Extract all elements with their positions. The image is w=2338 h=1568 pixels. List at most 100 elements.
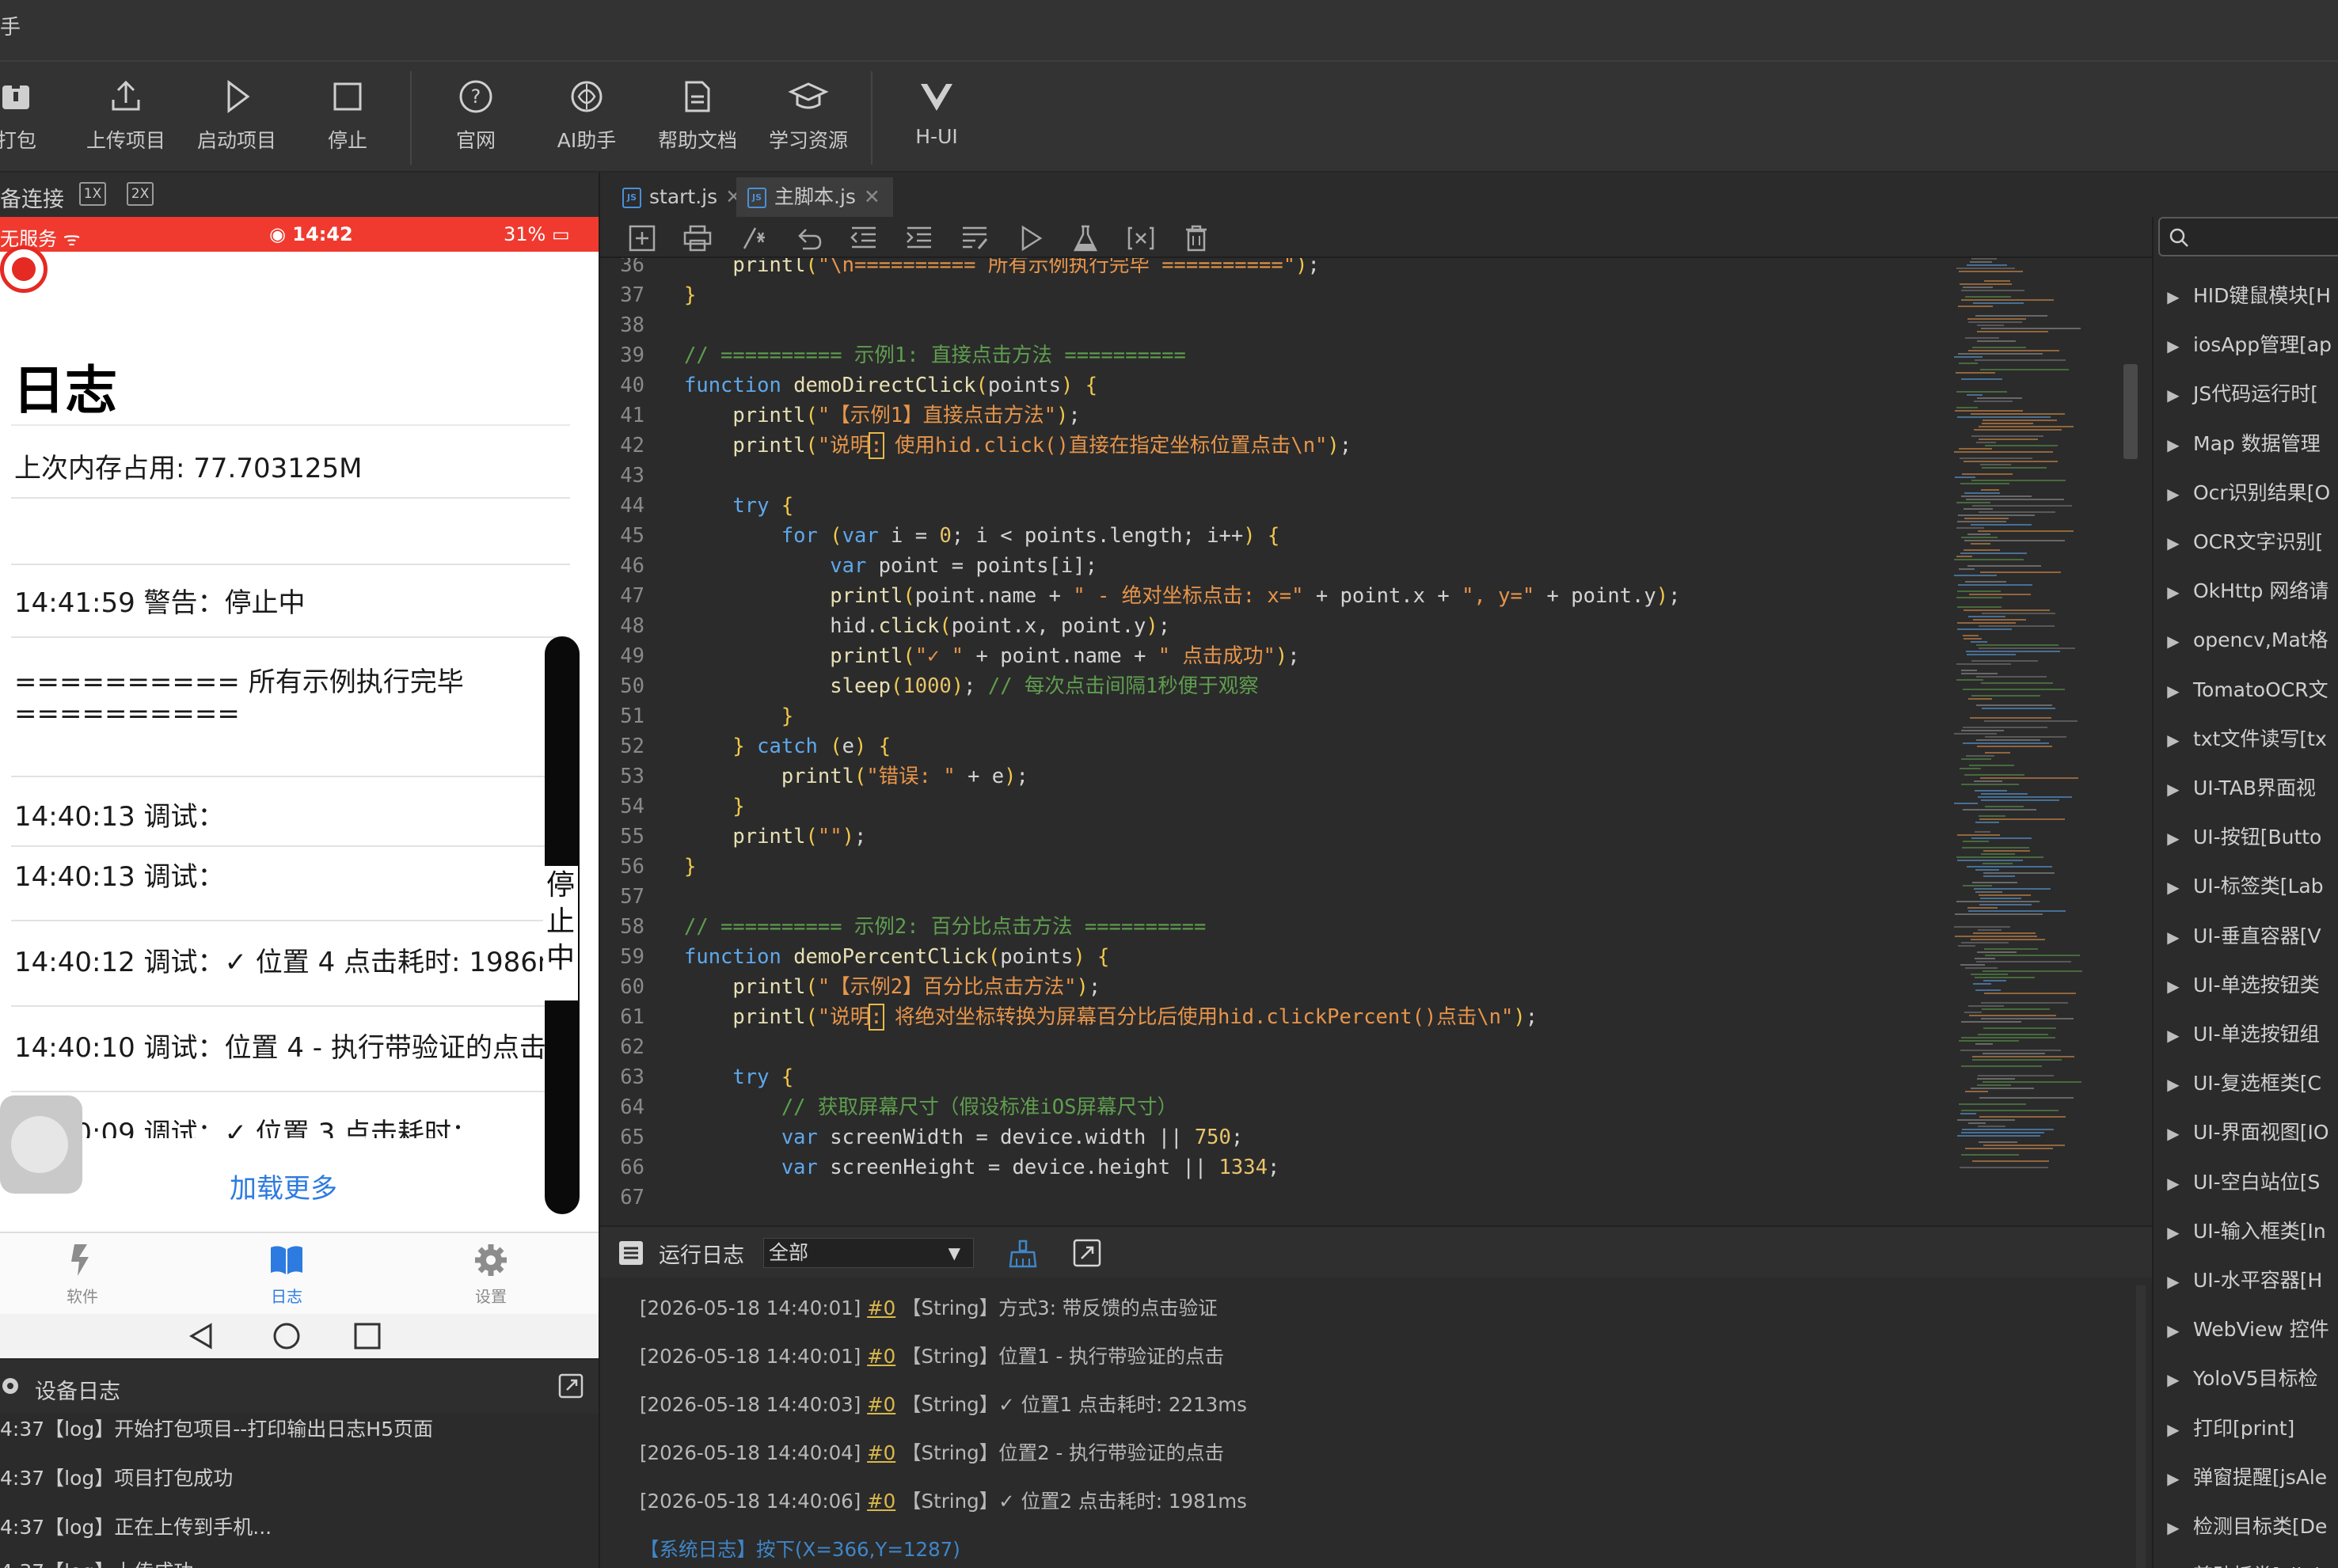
expand-arrow-icon[interactable]: ▶ <box>2154 928 2193 947</box>
official-site-button[interactable]: ? 官网 <box>424 76 527 163</box>
tree-item[interactable]: ▶ JS代码运行时[ <box>2154 378 2318 407</box>
code-line[interactable]: 54 } <box>600 792 1946 822</box>
expand-arrow-icon[interactable]: ▶ <box>2154 1321 2193 1340</box>
tree-item[interactable]: ▶ Ocr识别结果[O <box>2154 477 2330 506</box>
expand-arrow-icon[interactable]: ▶ <box>2154 484 2193 503</box>
expand-arrow-icon[interactable]: ▶ <box>2154 385 2193 404</box>
tree-item[interactable]: ▶ txt文件读写[tx <box>2154 723 2326 752</box>
close-icon[interactable]: ✕ <box>864 185 880 208</box>
expand-arrow-icon[interactable]: ▶ <box>2154 1075 2193 1094</box>
code-line[interactable]: 37} <box>600 280 1946 310</box>
home-icon[interactable] <box>272 1322 301 1350</box>
format-button[interactable] <box>960 225 990 252</box>
tree-item[interactable]: ▶ opencv,Mat格 <box>2154 625 2328 653</box>
log-scrollbar[interactable] <box>2136 1285 2146 1568</box>
tree-item[interactable]: ▶ TomatoOCR文 <box>2154 674 2328 703</box>
tree-item[interactable]: ▶ UI-垂直容器[V <box>2154 921 2321 949</box>
code-line[interactable]: 46 var point = points[i]; <box>600 551 1946 581</box>
tab-main-script-js[interactable]: JS 主脚本.js ✕ <box>736 177 893 217</box>
code-line[interactable]: 52 } catch (e) { <box>600 731 1946 761</box>
stop-button[interactable]: 停止 <box>296 76 399 163</box>
code-line[interactable]: 47 printl(point.name + " - 绝对坐标点击: x=" +… <box>600 581 1946 611</box>
tree-item[interactable]: ▶ YoloV5目标检 <box>2154 1363 2317 1391</box>
expand-arrow-icon[interactable]: ▶ <box>2154 1420 2193 1439</box>
variable-button[interactable] <box>1126 225 1156 252</box>
tab-settings[interactable]: 设置 <box>443 1241 538 1307</box>
code-editor[interactable]: 36 printl("\n========== 所有示例执行完毕 =======… <box>600 258 1946 1219</box>
comment-button[interactable] <box>738 225 768 252</box>
new-file-button[interactable] <box>627 225 657 252</box>
expand-arrow-icon[interactable]: ▶ <box>2154 1272 2193 1291</box>
code-line[interactable]: 58 // ========== 示例2: 百分比点击方法 ========== <box>600 912 1946 942</box>
load-more-button[interactable]: 加载更多 <box>230 1167 337 1205</box>
tree-item[interactable]: ▶ UI-空白站位[S <box>2154 1167 2320 1195</box>
expand-arrow-icon[interactable]: ▶ <box>2154 1026 2193 1045</box>
expand-arrow-icon[interactable]: ▶ <box>2154 829 2193 848</box>
code-line[interactable]: 45 for (var i = 0; i < points.length; i+… <box>600 521 1946 551</box>
code-line[interactable]: 61 printl("说明: 将绝对坐标转换为屏幕百分比后使用hid.click… <box>600 1002 1946 1032</box>
tree-item[interactable]: ▶ UI-单选按钮组 <box>2154 1019 2319 1047</box>
tree-item[interactable]: ▶ UI-界面视图[IO <box>2154 1117 2328 1145</box>
code-line[interactable]: 40 function demoDirectClick(points) { <box>600 370 1946 401</box>
code-line[interactable]: 59 function demoPercentClick(points) { <box>600 942 1946 972</box>
tree-item[interactable]: ▶ UI-复选框类[C <box>2154 1068 2321 1096</box>
tree-item[interactable]: ▶ iosApp管理[ap <box>2154 329 2332 358</box>
tree-search-input[interactable] <box>2158 217 2338 256</box>
tab-start-js[interactable]: JS start.js ✕ <box>611 177 755 217</box>
expand-arrow-icon[interactable]: ▶ <box>2154 632 2193 651</box>
log-tag-link[interactable]: #0 <box>867 1297 895 1319</box>
code-line[interactable]: 42 printl("说明: 使用hid.click()直接在指定坐标位置点击\… <box>600 431 1946 461</box>
code-line[interactable]: 41 printl("【示例1】直接点击方法"); <box>600 401 1946 431</box>
expand-arrow-icon[interactable]: ▶ <box>2154 1518 2193 1537</box>
tree-item[interactable]: ▶ OCR文字识别[ <box>2154 526 2323 555</box>
code-line[interactable]: 57 <box>600 882 1946 912</box>
code-line[interactable]: 49 printl("✓ " + point.name + " 点击成功"); <box>600 641 1946 671</box>
undo-button[interactable] <box>793 225 823 252</box>
tree-item[interactable]: ▶ OkHttp 网络请 <box>2154 575 2328 604</box>
log-filter-select[interactable]: 全部 ▼ <box>763 1238 974 1268</box>
expand-arrow-icon[interactable]: ▶ <box>2154 1370 2193 1389</box>
code-minimap[interactable] <box>1946 258 2136 1219</box>
learning-resources-button[interactable]: 学习资源 <box>757 76 860 163</box>
expand-arrow-icon[interactable]: ▶ <box>2154 583 2193 602</box>
tree-item[interactable]: ▶ UI-标签类[Lab <box>2154 871 2323 899</box>
h-ui-button[interactable]: H-UI <box>885 76 988 163</box>
log-tag-link[interactable]: #0 <box>867 1441 895 1464</box>
code-line[interactable]: 51 } <box>600 701 1946 731</box>
tree-item[interactable]: ▶ 打印[print] <box>2154 1413 2294 1441</box>
package-button[interactable]: 打包 <box>0 76 68 163</box>
device-screen[interactable]: 无服务 ᯤ ◉ 14:42 31% ▭ 日志 上次内存占用: 77.703125… <box>0 217 599 1314</box>
scale-2x-button[interactable]: 2X <box>127 182 154 206</box>
upload-project-button[interactable]: 上传项目 <box>74 76 177 163</box>
expand-arrow-icon[interactable]: ▶ <box>2154 681 2193 700</box>
code-line[interactable]: 39 // ========== 示例1: 直接点击方法 ========== <box>600 340 1946 370</box>
code-line[interactable]: 66 var screenHeight = device.height || 1… <box>600 1152 1946 1183</box>
run-log-output[interactable]: [2026-05-18 14:40:01] #0 【String】方式3: 带反… <box>600 1278 2220 1568</box>
tree-item[interactable]: ▶ UI-输入框类[In <box>2154 1216 2325 1244</box>
tree-item[interactable]: ▶ WebView 控件 <box>2154 1314 2328 1342</box>
ai-assistant-button[interactable]: AI助手 <box>535 76 638 163</box>
tree-item[interactable]: ▶ UI-按钮[Butto <box>2154 822 2321 850</box>
code-line[interactable]: 64 // 获取屏幕尺寸（假设标准iOS屏幕尺寸） <box>600 1092 1946 1122</box>
tab-logs[interactable]: 日志 <box>239 1241 334 1307</box>
clear-log-icon[interactable] <box>1007 1238 1039 1270</box>
recents-icon[interactable] <box>353 1322 382 1350</box>
code-line[interactable]: 44 try { <box>600 491 1946 521</box>
back-icon[interactable] <box>187 1322 215 1350</box>
code-line[interactable]: 62 <box>600 1032 1946 1062</box>
indent-button[interactable] <box>904 225 934 252</box>
log-tag-link[interactable]: #0 <box>867 1393 895 1416</box>
code-line[interactable]: 50 sleep(1000); // 每次点击间隔1秒便于观察 <box>600 671 1946 701</box>
stop-status-label[interactable]: 停止中 <box>545 868 576 977</box>
tree-item[interactable]: ▶剪贴板类[clipb <box>2154 1560 2327 1568</box>
tree-item[interactable]: ▶ HID键鼠模块[H <box>2154 280 2331 309</box>
expand-arrow-icon[interactable]: ▶ <box>2154 780 2193 799</box>
tree-item[interactable]: ▶ Map 数据管理 <box>2154 428 2320 457</box>
expand-arrow-icon[interactable]: ▶ <box>2154 977 2193 996</box>
code-line[interactable]: 55 printl(""); <box>600 822 1946 852</box>
assistive-touch-button[interactable] <box>0 1095 82 1194</box>
tree-item[interactable]: ▶ UI-单选按钮类 <box>2154 970 2319 998</box>
help-docs-button[interactable]: 帮助文档 <box>646 76 749 163</box>
expand-arrow-icon[interactable]: ▶ <box>2154 336 2193 355</box>
expand-arrow-icon[interactable]: ▶ <box>2154 878 2193 897</box>
